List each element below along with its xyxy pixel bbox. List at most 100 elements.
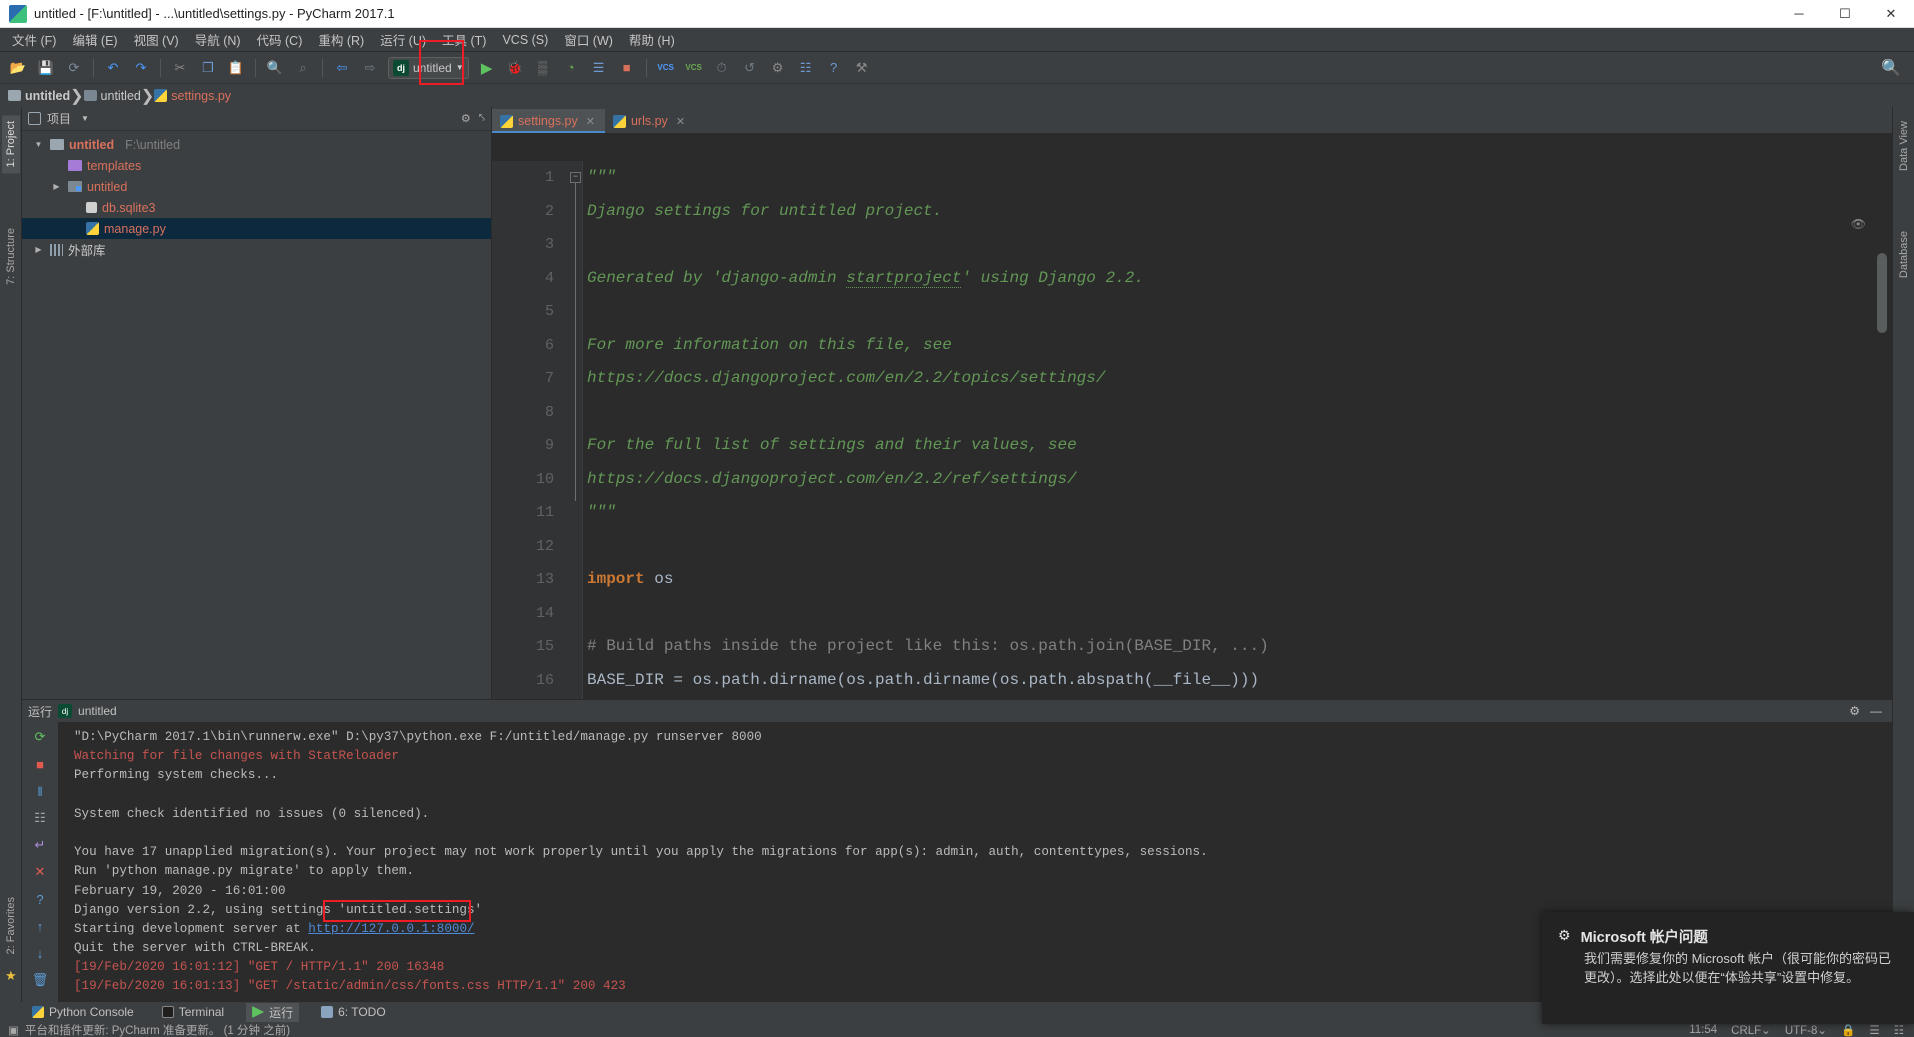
code-line: 9 For the full list of settings and their… — [492, 429, 1892, 463]
tree-node-untitled[interactable]: ▼ untitled F:\untitled — [22, 134, 491, 155]
sidebar-tab-favorites[interactable]: 2: Favorites — [2, 891, 20, 960]
stop-icon[interactable]: ■ — [615, 56, 639, 80]
close-icon[interactable]: ✕ — [676, 115, 685, 128]
save-all-icon[interactable]: 💾 — [34, 56, 58, 80]
menu-item-0[interactable]: 文件 (F) — [4, 27, 64, 52]
menu-item-9[interactable]: 窗口 (W) — [556, 27, 621, 52]
print-icon[interactable]: ☷ — [31, 809, 49, 827]
open-folder-icon[interactable]: 📂 — [6, 56, 30, 80]
run-icon — [252, 1006, 265, 1018]
sync-icon[interactable]: ⟳ — [62, 56, 86, 80]
clear-icon[interactable]: ✕ — [31, 863, 49, 881]
tree-twisty-icon[interactable]: ▶ — [50, 182, 63, 191]
console-text: Starting development server at — [74, 921, 309, 936]
attach-icon[interactable]: ☰ — [587, 56, 611, 80]
menu-item-6[interactable]: 运行 (U) — [372, 27, 434, 52]
sidebar-tab-data-view[interactable]: Data View — [1895, 115, 1913, 177]
status-message[interactable]: 平台和插件更新: PyCharm 准备更新。 (1 分钟 之前) — [25, 1022, 290, 1037]
bottom-tab-Python Console[interactable]: Python Console — [26, 1004, 140, 1020]
sidebar-tab-database[interactable]: Database — [1895, 225, 1913, 284]
code-editor[interactable]: − 1 """ 2 Django settings for untitled proj… — [492, 161, 1892, 699]
gear-icon[interactable]: ⚙ — [1849, 704, 1860, 718]
editor-tab-urls.py[interactable]: urls.py ✕ — [605, 109, 695, 133]
help-icon[interactable]: ? — [822, 56, 846, 80]
cut-icon[interactable]: ✂ — [168, 56, 192, 80]
tree-node-templates[interactable]: templates — [22, 155, 491, 176]
replace-icon[interactable]: ⌕ — [291, 56, 315, 80]
help-icon[interactable]: ? — [31, 890, 49, 908]
undo-icon[interactable]: ↶ — [101, 56, 125, 80]
bottom-tab-Terminal[interactable]: Terminal — [156, 1004, 230, 1020]
editor-scrollbar-thumb[interactable] — [1877, 253, 1887, 333]
trash-icon[interactable]: 🗑 — [31, 971, 49, 989]
menu-item-3[interactable]: 导航 (N) — [187, 27, 249, 52]
editor-tab-settings.py[interactable]: settings.py ✕ — [492, 109, 605, 133]
sidebar-tab-project[interactable]: 1: Project — [2, 115, 20, 174]
close-icon[interactable]: ✕ — [586, 115, 595, 128]
vcs-commit-icon[interactable]: VCS — [682, 56, 706, 80]
forward-icon[interactable]: ⇨ — [358, 56, 382, 80]
redo-icon[interactable]: ↷ — [129, 56, 153, 80]
tree-twisty-icon[interactable]: ▶ — [32, 245, 45, 254]
history-icon[interactable]: ⏱ — [710, 56, 734, 80]
external-tool-icon[interactable]: ⚒ — [850, 56, 874, 80]
coverage-icon[interactable]: ▒ — [531, 56, 555, 80]
settings-icon[interactable]: ⚙ — [766, 56, 790, 80]
scroll-up-icon[interactable]: ↑ — [31, 917, 49, 935]
tree-node-manage.py[interactable]: manage.py — [22, 218, 491, 239]
collapse-all-icon[interactable]: ⤣ — [479, 112, 485, 125]
minimize-button[interactable]: ─ — [1776, 0, 1822, 28]
maximize-button[interactable]: ☐ — [1822, 0, 1868, 28]
gear-icon[interactable]: ⚙ — [461, 112, 471, 125]
paste-icon[interactable]: 📋 — [224, 56, 248, 80]
windows-notification-toast[interactable]: ⚙ Microsoft 帐户问题 我们需要修复你的 Microsoft 帐户（很… — [1542, 912, 1914, 1024]
tree-node-db.sqlite3[interactable]: db.sqlite3 — [22, 197, 491, 218]
stop-icon[interactable]: ■ — [31, 755, 49, 773]
breadcrumb-item-0[interactable]: untitled — [8, 89, 70, 103]
menu-item-8[interactable]: VCS (S) — [494, 30, 556, 50]
vcs-update-icon[interactable]: VCS — [654, 56, 678, 80]
find-icon[interactable]: 🔍 — [263, 56, 287, 80]
pause-icon[interactable]: ‖ — [31, 782, 49, 800]
bottom-tab-运行[interactable]: 运行 — [246, 1002, 300, 1022]
back-icon[interactable]: ⇦ — [330, 56, 354, 80]
structure-icon[interactable]: ☷ — [794, 56, 818, 80]
profile-icon[interactable]: ◔ — [559, 56, 583, 80]
run-button[interactable]: ▶ — [475, 56, 499, 80]
search-everywhere-icon[interactable]: 🔍 — [1880, 57, 1902, 79]
ide-icon[interactable]: ☷ — [1894, 1023, 1904, 1037]
breadcrumb-item-2[interactable]: settings.py — [154, 89, 231, 103]
run-configuration-selector[interactable]: dj untitled ▼ — [388, 56, 469, 79]
breadcrumb-item-1[interactable]: untitled — [83, 89, 141, 103]
layout-icon[interactable]: ☰ — [1869, 1023, 1879, 1037]
sidebar-tab-structure[interactable]: 7: Structure — [2, 222, 20, 291]
tree-node-untitled[interactable]: ▶ untitled — [22, 176, 491, 197]
soft-wrap-icon[interactable]: ↵ — [31, 836, 49, 854]
menu-item-1[interactable]: 编辑 (E) — [64, 27, 125, 52]
eye-icon[interactable]: 👁 — [1851, 217, 1866, 232]
encoding-indicator[interactable]: UTF-8⌄ — [1785, 1023, 1827, 1037]
close-button[interactable]: ✕ — [1868, 0, 1914, 28]
server-url-link[interactable]: http://127.0.0.1:8000/ — [308, 922, 474, 936]
line-separator-indicator[interactable]: CRLF⌄ — [1731, 1023, 1771, 1037]
chevron-down-icon[interactable]: ▼ — [81, 114, 89, 123]
menu-item-7[interactable]: 工具 (T) — [434, 27, 494, 52]
menu-item-2[interactable]: 视图 (V) — [126, 27, 187, 52]
menu-item-10[interactable]: 帮助 (H) — [621, 27, 683, 52]
menu-item-4[interactable]: 代码 (C) — [249, 27, 311, 52]
tree-twisty-icon[interactable]: ▼ — [32, 140, 45, 149]
tree-node-label: db.sqlite3 — [102, 200, 156, 215]
bottom-tab-6: TODO[interactable]: 6: TODO — [315, 1004, 392, 1020]
minimize-icon[interactable]: — — [1870, 704, 1882, 718]
revert-icon[interactable]: ↺ — [738, 56, 762, 80]
line-number: 7 — [544, 370, 554, 387]
menu-item-5[interactable]: 重构 (R) — [310, 27, 372, 52]
rerun-icon[interactable]: ⟳ — [31, 728, 49, 746]
scroll-down-icon[interactable]: ↓ — [31, 944, 49, 962]
line-number: 10 — [535, 470, 554, 488]
copy-icon[interactable]: ❐ — [196, 56, 220, 80]
tree-node-外部库[interactable]: ▶ 外部库 — [22, 239, 491, 260]
code-text: Django settings for untitled project. — [587, 201, 943, 220]
debug-button[interactable]: 🐞 — [503, 56, 527, 80]
lock-icon[interactable]: 🔒 — [1841, 1023, 1855, 1037]
